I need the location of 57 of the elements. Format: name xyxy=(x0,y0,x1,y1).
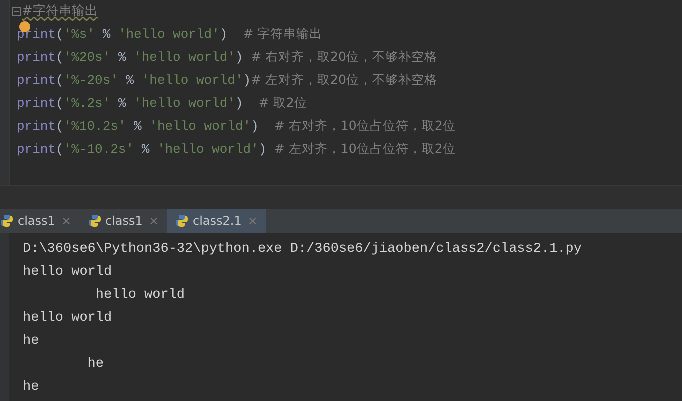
code-token: ( xyxy=(56,50,64,65)
code-token: print xyxy=(17,50,56,65)
code-token: ) xyxy=(243,73,252,88)
code-token: # 左对齐，10位占位符，取2位 xyxy=(274,141,456,156)
code-token: '%.2s' xyxy=(64,96,111,111)
code-token: ( xyxy=(56,142,64,157)
code-token: ( xyxy=(56,73,64,88)
code-token: % xyxy=(117,96,128,111)
run-tab[interactable]: class2.1 × xyxy=(167,209,266,233)
code-token: ) xyxy=(235,96,244,111)
python-icon xyxy=(175,214,189,228)
console-output-line: hello world xyxy=(23,264,114,282)
code-token: print xyxy=(17,119,56,134)
python-icon xyxy=(0,214,14,228)
code-token: print xyxy=(17,96,56,111)
code-token: 'hello world' xyxy=(157,142,259,157)
code-token: # 取2位 xyxy=(258,95,308,110)
console-output-line: he xyxy=(86,356,106,374)
code-token: print xyxy=(17,73,56,88)
code-token: 'hello world' xyxy=(142,73,244,88)
code-token: % xyxy=(125,73,136,88)
code-token: 'hello world' xyxy=(134,50,236,65)
code-token: % xyxy=(140,142,151,157)
console-output-line: D:\360se6\Python36-32\python.exe D:/360se6/jiaoben/class2/class2.1.py xyxy=(23,241,582,259)
console-output-line: he xyxy=(23,333,40,351)
fold-icon[interactable] xyxy=(12,6,21,16)
code-token: '%s' xyxy=(64,27,96,42)
code-token: ) xyxy=(251,119,260,134)
code-token: ( xyxy=(56,27,64,42)
code-token: % xyxy=(133,119,143,134)
code-token: print xyxy=(17,27,56,42)
code-token: % xyxy=(117,50,128,65)
code-comment: #字符串输出 xyxy=(22,3,98,20)
code-token: '%-10.2s' xyxy=(64,142,134,157)
console-output-line: he xyxy=(23,379,40,397)
code-token: ) xyxy=(258,142,268,157)
code-token: ) xyxy=(220,27,229,42)
code-token: # 字符串输出 xyxy=(243,26,323,41)
code-token: ( xyxy=(56,119,64,134)
code-token: '%-20s' xyxy=(64,73,118,88)
code-token: '%10.2s' xyxy=(64,119,126,134)
python-icon xyxy=(88,214,102,228)
code-token: 'hello world' xyxy=(150,119,252,134)
code-token: # 右对齐，取20位，不够补空格 xyxy=(251,49,438,64)
console-output-line: hello world xyxy=(94,287,186,305)
code-token: ( xyxy=(56,96,64,111)
code-token: ) xyxy=(235,50,244,65)
code-token: # 左对齐，取20位，不够补空格 xyxy=(251,72,438,87)
code-token: 'hello world' xyxy=(118,27,220,42)
code-token: '%20s' xyxy=(64,50,111,65)
run-tab[interactable]: class1 × xyxy=(80,209,167,233)
code-token: 'hello world' xyxy=(134,96,236,111)
code-token: print xyxy=(17,142,56,157)
code-token: % xyxy=(102,27,112,42)
run-tab[interactable]: class1 × xyxy=(0,209,80,233)
console-output-line: hello world xyxy=(23,310,114,328)
code-token: # 右对齐，10位占位符，取2位 xyxy=(274,118,456,133)
